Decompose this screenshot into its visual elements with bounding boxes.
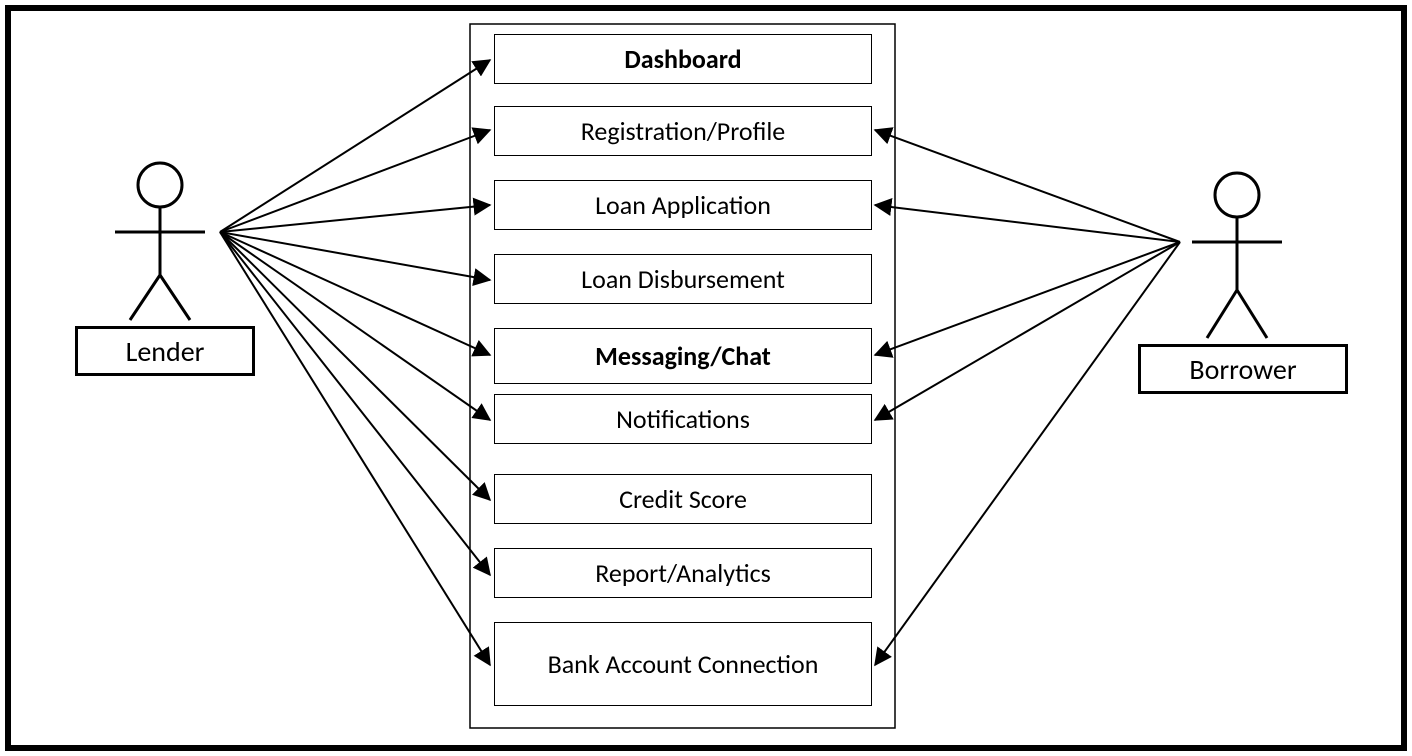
actor-borrower-label: Borrower (1138, 344, 1348, 394)
lender-associations (220, 60, 490, 665)
usecase-notifications: Notifications (494, 394, 872, 444)
actor-lender-label: Lender (75, 326, 255, 376)
usecase-dashboard: Dashboard (494, 34, 872, 84)
actor-lender-icon (115, 163, 205, 320)
actor-borrower-icon (1192, 173, 1282, 338)
usecase-registration-profile: Registration/Profile (494, 106, 872, 156)
diagram-canvas: Lender Borrower Dashboard Registration/P… (0, 0, 1412, 756)
usecase-bank-account-connection: Bank Account Connection (494, 622, 872, 706)
usecase-loan-application: Loan Application (494, 180, 872, 230)
usecase-report-analytics: Report/Analytics (494, 548, 872, 598)
usecase-messaging-chat: Messaging/Chat (494, 328, 872, 384)
usecase-credit-score: Credit Score (494, 474, 872, 524)
usecase-loan-disbursement: Loan Disbursement (494, 254, 872, 304)
borrower-associations (875, 130, 1180, 665)
